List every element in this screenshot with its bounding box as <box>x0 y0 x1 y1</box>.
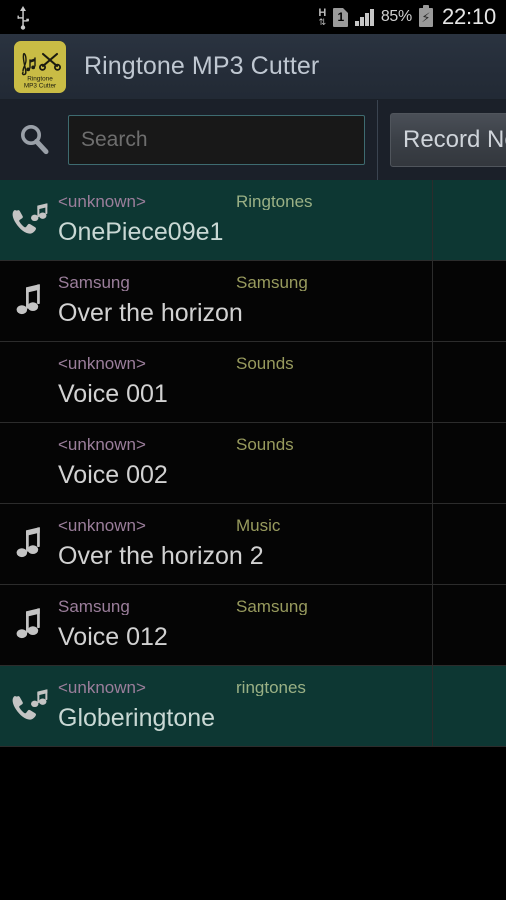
network-arrows-label: ⇅ <box>318 16 327 27</box>
list-item-meta: <unknown> Sounds <box>58 436 424 458</box>
music-note-icon <box>0 525 58 563</box>
list-item-content[interactable]: <unknown> Music Over the horizon 2 <box>0 504 433 584</box>
list-item-text: <unknown> Sounds Voice 001 <box>58 355 432 409</box>
list-item[interactable]: <unknown> Sounds Voice 002 <box>0 423 506 504</box>
list-item-text: Samsung Samsung Voice 012 <box>58 598 432 652</box>
list-item-album: Sounds <box>236 436 294 454</box>
list-item-title: Over the horizon 2 <box>58 543 264 571</box>
list-item-title: Voice 002 <box>58 462 168 490</box>
status-bar-clock: 22:10 <box>441 4 496 29</box>
list-item[interactable]: Samsung Samsung Over the horizon <box>0 261 506 342</box>
search-icon[interactable] <box>14 119 56 161</box>
chevron-down-triangle-icon[interactable] <box>433 666 506 746</box>
chevron-down-triangle-icon[interactable] <box>433 342 506 422</box>
record-new-button[interactable]: Record New <box>390 113 506 167</box>
svg-text:Ringtone: Ringtone <box>27 75 53 82</box>
list-item-artist: <unknown> <box>58 355 146 373</box>
list-item-content[interactable]: <unknown> Ringtones OnePiece09e1 <box>0 180 433 260</box>
list-item-title: Globeringtone <box>58 705 216 733</box>
list-item-album: Music <box>236 517 281 535</box>
chevron-down-triangle-icon[interactable] <box>433 180 506 260</box>
list-item-content[interactable]: Samsung Samsung Voice 012 <box>0 585 433 665</box>
list-item[interactable]: <unknown> Ringtones OnePiece09e1 <box>0 180 506 261</box>
chevron-down-triangle-icon[interactable] <box>433 261 506 341</box>
list-item-meta: <unknown> Sounds <box>58 355 424 377</box>
network-type-icon: H ⇅ <box>318 7 327 27</box>
list-item-title: Voice 001 <box>58 381 168 409</box>
usb-icon <box>14 6 32 30</box>
list-item-content[interactable]: Samsung Samsung Over the horizon <box>0 261 433 341</box>
list-item-meta: Samsung Samsung <box>58 598 424 620</box>
ringtone-list: <unknown> Ringtones OnePiece09e1 Samsung Sam… <box>0 180 506 747</box>
chevron-down-triangle-icon[interactable] <box>433 423 506 503</box>
list-item-title: Voice 012 <box>58 624 168 652</box>
list-item-artist: <unknown> <box>58 679 146 697</box>
search-bar: Record New <box>0 100 506 180</box>
list-item-meta: <unknown> Ringtones <box>58 193 424 215</box>
list-item-text: <unknown> ringtones Globeringtone <box>58 679 432 733</box>
list-item-meta: <unknown> Music <box>58 517 424 539</box>
list-item-title: Over the horizon <box>58 300 243 328</box>
list-item-album: Samsung <box>236 274 308 292</box>
list-item-meta: <unknown> ringtones <box>58 679 424 701</box>
ringtone-mp3-cutter-app-icon[interactable]: Ringtone MP3 Cutter <box>14 40 66 93</box>
search-input[interactable] <box>68 115 365 165</box>
status-bar-left <box>14 6 32 30</box>
music-note-icon <box>0 606 58 644</box>
list-item[interactable]: <unknown> ringtones Globeringtone <box>0 666 506 747</box>
list-item-artist: <unknown> <box>58 193 146 211</box>
list-item-album: ringtones <box>236 679 306 697</box>
list-item[interactable]: Samsung Samsung Voice 012 <box>0 585 506 666</box>
page-title: Ringtone MP3 Cutter <box>84 52 320 80</box>
chevron-down-triangle-icon[interactable] <box>433 585 506 665</box>
sim-card-label: 1 <box>337 10 345 24</box>
sim-card-icon: 1 <box>333 7 349 27</box>
battery-charging-icon: ⚡ <box>418 4 433 27</box>
list-item-content[interactable]: <unknown> Sounds Voice 001 <box>0 342 433 422</box>
list-item-album: Sounds <box>236 355 294 373</box>
list-item[interactable]: <unknown> Music Over the horizon 2 <box>0 504 506 585</box>
list-item-text: <unknown> Music Over the horizon 2 <box>58 517 432 571</box>
search-area <box>0 100 378 180</box>
list-item-artist: Samsung <box>58 598 130 616</box>
music-note-icon <box>0 282 58 320</box>
list-item-album: Ringtones <box>236 193 313 211</box>
list-item-artist: Samsung <box>58 274 130 292</box>
list-item[interactable]: <unknown> Sounds Voice 001 <box>0 342 506 423</box>
list-item-content[interactable]: <unknown> Sounds Voice 002 <box>0 423 433 503</box>
action-bar: Ringtone MP3 Cutter Ringtone MP3 Cutter <box>0 34 506 100</box>
svg-text:MP3 Cutter: MP3 Cutter <box>24 82 57 89</box>
list-item-text: Samsung Samsung Over the horizon <box>58 274 432 328</box>
list-item-meta: Samsung Samsung <box>58 274 424 296</box>
phone-ringtone-icon <box>0 686 58 726</box>
signal-bars-icon <box>355 8 374 26</box>
list-item-artist: <unknown> <box>58 517 146 535</box>
status-bar-right: H ⇅ 1 85% ⚡ 22:10 <box>318 4 496 30</box>
list-item-album: Samsung <box>236 598 308 616</box>
list-item-artist: <unknown> <box>58 436 146 454</box>
status-bar: H ⇅ 1 85% ⚡ 22:10 <box>0 0 506 34</box>
chevron-down-triangle-icon[interactable] <box>433 504 506 584</box>
app-screen: H ⇅ 1 85% ⚡ 22:10 Ringtone MP3 Cutter Ri… <box>0 0 506 900</box>
list-item-title: OnePiece09e1 <box>58 219 224 247</box>
list-item-text: <unknown> Sounds Voice 002 <box>58 436 432 490</box>
list-item-content[interactable]: <unknown> ringtones Globeringtone <box>0 666 433 746</box>
phone-ringtone-icon <box>0 200 58 240</box>
battery-percent-label: 85% <box>380 8 412 25</box>
list-item-text: <unknown> Ringtones OnePiece09e1 <box>58 193 432 247</box>
